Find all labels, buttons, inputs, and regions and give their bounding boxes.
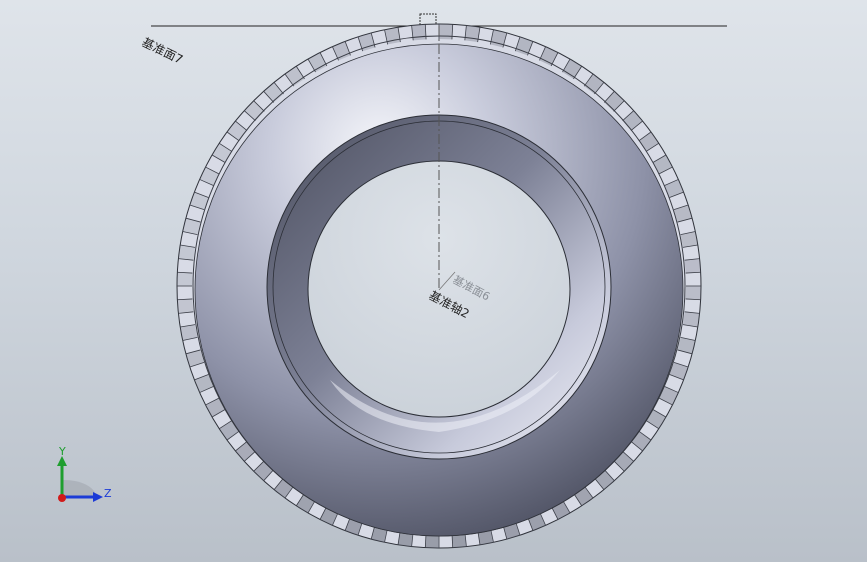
triad-z-label: Z [104, 487, 112, 500]
tread-block [177, 272, 193, 286]
triad-z-arrow-icon [93, 492, 103, 502]
tread-block [684, 258, 701, 274]
tire-center-hole [307, 160, 571, 418]
plane7-label-group[interactable]: 基准面7 [140, 35, 185, 67]
tread-block [177, 298, 194, 314]
triad-xy-quarter [62, 479, 97, 497]
triad-x-origin [58, 494, 66, 502]
tread-block [411, 24, 427, 41]
graphics-viewport[interactable]: 基准面7 基准面6 基准轴2 Y Z [0, 0, 867, 562]
reference-triad[interactable]: Y Z [57, 445, 112, 502]
triad-y-label: Y [58, 445, 66, 458]
tread-block [439, 24, 453, 40]
plane7-label[interactable]: 基准面7 [140, 35, 185, 67]
tread-block [685, 286, 701, 300]
